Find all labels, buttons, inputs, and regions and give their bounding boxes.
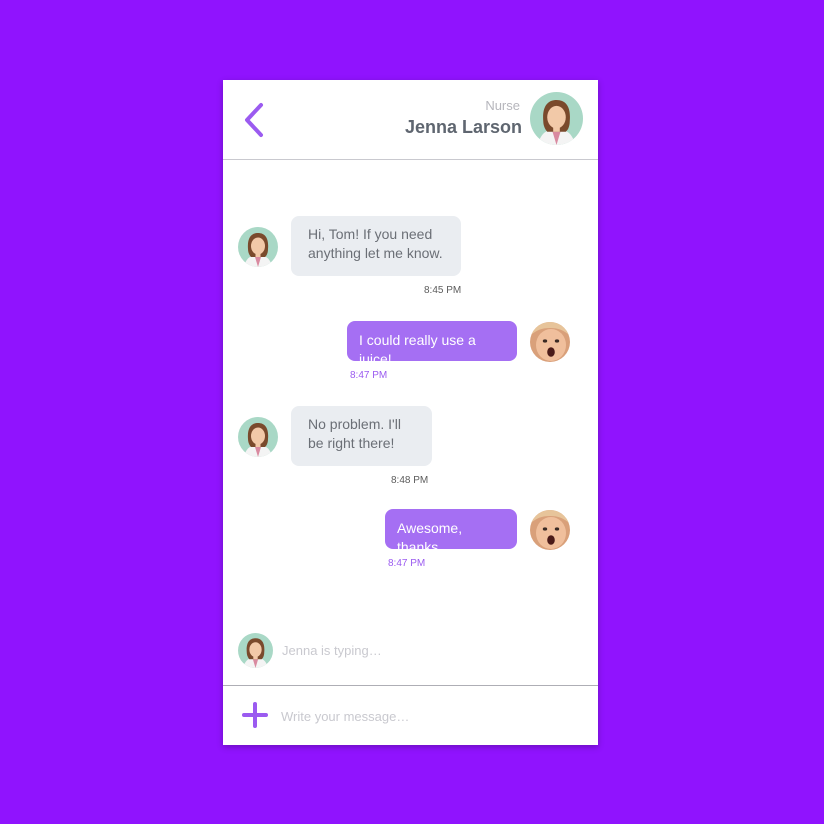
message-bubble-incoming: No problem. I'll be right there!	[291, 406, 432, 466]
contact-role: Nurse	[485, 98, 520, 113]
typing-indicator: Jenna is typing…	[282, 643, 382, 658]
message-bubble-outgoing: I could really use a juice!	[347, 321, 517, 367]
message-time: 8:48 PM	[391, 475, 429, 486]
nurse-avatar	[238, 633, 273, 668]
message-bubble-incoming: Hi, Tom! If you need anything let me kno…	[291, 216, 461, 276]
message-composer	[223, 685, 598, 746]
nurse-avatar	[238, 417, 278, 457]
chevron-left-icon	[245, 103, 263, 137]
message-input[interactable]	[279, 704, 583, 728]
message-bubble-outgoing: Awesome, thanks	[385, 509, 517, 555]
plus-icon[interactable]	[242, 702, 268, 728]
message-time: 8:47 PM	[350, 370, 388, 381]
contact-name: Jenna Larson	[404, 117, 522, 137]
message-time: 8:47 PM	[388, 558, 426, 569]
back-button[interactable]	[241, 102, 271, 138]
user-avatar	[530, 510, 570, 550]
nurse-avatar	[238, 227, 278, 267]
chat-header: Nurse Jenna Larson	[223, 80, 598, 160]
user-avatar	[530, 322, 570, 362]
chat-screen: Nurse Jenna Larson Hi, Tom! If you need …	[223, 80, 598, 745]
contact-avatar[interactable]	[530, 92, 583, 145]
message-time: 8:45 PM	[424, 285, 462, 296]
